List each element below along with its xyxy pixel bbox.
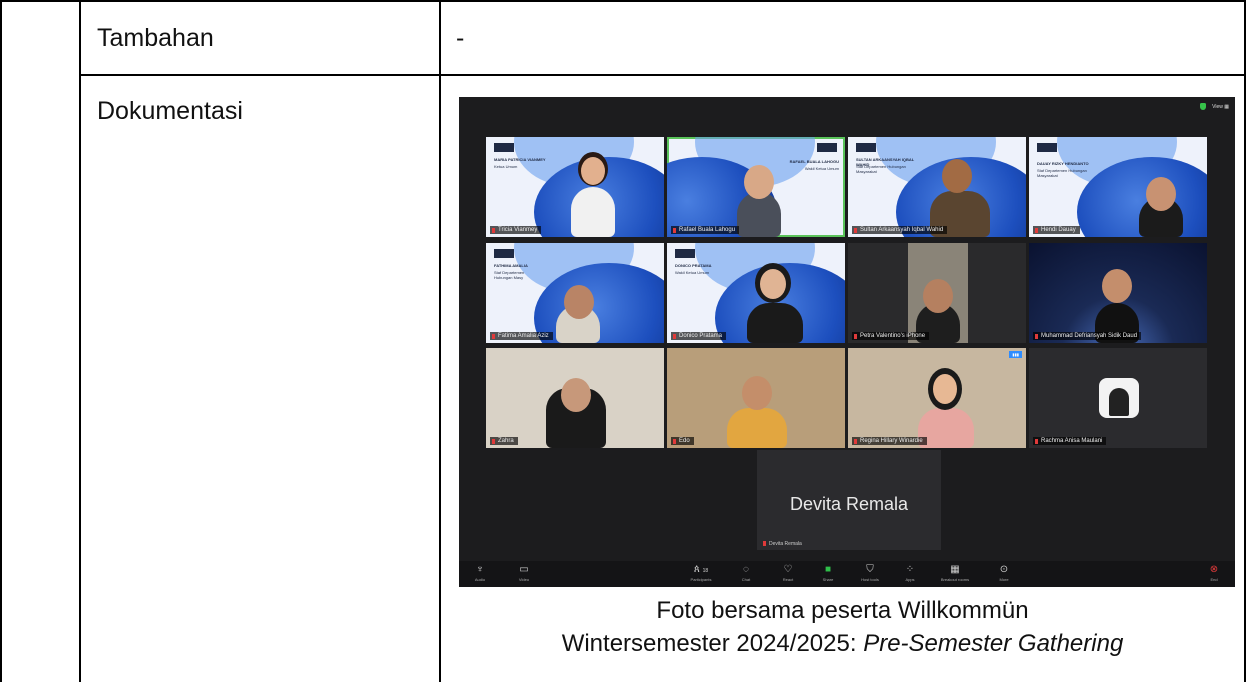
participants-button[interactable]: ጰ 18 Participants — [681, 564, 721, 582]
tile-name: Rafael Buala Lahogu — [671, 226, 740, 234]
tile-banner-title: RAFAEL BUALA LAHOGU — [789, 159, 839, 164]
tile-name: Rachma Anisa Maulani — [1033, 437, 1107, 445]
microphone-icon: ♆ — [476, 564, 484, 575]
apps-button[interactable]: ⁘ Apps — [895, 564, 925, 582]
more-label: More — [999, 577, 1009, 582]
video-button[interactable]: ▭ Video — [509, 564, 539, 582]
tile-name: Hendi Dauay — [1033, 226, 1080, 234]
tile-name: Regina Hillary Winardie — [852, 437, 927, 445]
table-left-border — [0, 0, 2, 682]
apps-label: Apps — [905, 577, 915, 582]
share-label: Share — [822, 577, 834, 582]
breakout-rooms-button[interactable]: ▦ Breakout rooms — [935, 564, 975, 582]
meeting-toolbar: ♆ Audio ▭ Video ጰ 18 Participants ◌ Chat ♡ Re… — [459, 561, 1235, 587]
audio-button[interactable]: ♆ Audio — [465, 564, 495, 582]
participants-label: Participants — [690, 577, 712, 582]
chat-button[interactable]: ◌ Chat — [731, 564, 761, 582]
tile-banner-title: DONICO PRATAMA — [675, 263, 712, 268]
tile-banner-role: Staf Departemen Hubungan Masyarakat — [856, 164, 906, 174]
tile-name: Tricia Vianmey — [490, 226, 542, 234]
video-tile: Muhammad Defriansyah Sidik Daud — [1029, 243, 1207, 343]
tile-banner-title: FATHIMA AMALIA — [494, 263, 528, 268]
video-tile: ▮▮▮ Regina Hillary Winardie — [848, 348, 1026, 448]
breakout-label: Breakout rooms — [940, 577, 970, 582]
tile-banner-title: DAUAY RIZKY HENDIANTO — [1037, 161, 1089, 166]
tile-name: Fatima Amalia Aziz — [490, 332, 553, 340]
video-tile: Rachma Anisa Maulani — [1029, 348, 1207, 448]
participants-count: 18 — [702, 568, 709, 574]
tile-banner-role: Staf Departemen Hubungan Masy — [494, 270, 525, 280]
view-label: View — [1212, 103, 1223, 110]
host-tools-label: Host tools — [861, 577, 879, 582]
end-icon: ⊗ — [1209, 564, 1219, 575]
tile-name: Sultan Arkaansyah Iqbal Wahid — [852, 226, 948, 234]
video-label: Video — [518, 577, 530, 582]
video-tile: RAFAEL BUALA LAHOGU Wakil Ketua Umum Raf… — [667, 137, 845, 237]
security-shield-icon — [1200, 103, 1207, 110]
table-top-border — [0, 0, 1246, 2]
video-tile: MARIA PATRICIA VIANMEY Ketua Umum Tricia… — [486, 137, 664, 237]
tile-name: Edo — [671, 437, 694, 445]
tile-name: Zahra — [490, 437, 518, 445]
tile-banner-role: Wakil Ketua Umum — [675, 270, 710, 275]
video-tile: SULTAN ARKAANSYAH IQBAL WAHID Staf Depar… — [848, 137, 1026, 237]
caption-line-1: Foto bersama peserta Willkommün — [656, 597, 1029, 624]
caption-event-name: Pre-Semester Gathering — [863, 630, 1124, 657]
participants-icon: ጰ — [693, 564, 700, 575]
video-tile: Petra Valentino's iPhone — [848, 243, 1026, 343]
host-tools-button[interactable]: ⛉ Host tools — [855, 564, 885, 582]
caption-line-2-text: Wintersemester 2024/2025: — [561, 630, 864, 657]
video-tile: FATHIMA AMALIA Staf Departemen Hubungan … — [486, 243, 664, 343]
row-label-tambahan: Tambahan — [97, 24, 214, 52]
chat-label: Chat — [741, 577, 751, 582]
row-label-dokumentasi: Dokumentasi — [97, 97, 243, 125]
zoom-top-bar: View ▦ — [1200, 103, 1229, 110]
video-tile: Edo — [667, 348, 845, 448]
table-column-divider-1 — [79, 0, 81, 682]
share-icon: ■ — [824, 564, 832, 575]
more-icon: ⊙ — [999, 564, 1009, 575]
end-label: End — [1210, 577, 1218, 582]
more-button[interactable]: ⊙ More — [989, 564, 1019, 582]
video-tile: Zahra — [486, 348, 664, 448]
audio-label: Audio — [474, 577, 486, 582]
table-column-divider-2 — [439, 0, 441, 682]
chat-icon: ◌ — [743, 564, 749, 575]
active-speaker-label: Devita Remala — [763, 541, 802, 547]
video-tile: DONICO PRATAMA Wakil Ketua Umum Donico P… — [667, 243, 845, 343]
row-value-tambahan: - — [456, 24, 465, 52]
react-button[interactable]: ♡ React — [773, 564, 803, 582]
end-button[interactable]: ⊗ End — [1199, 564, 1229, 582]
react-label: React — [782, 577, 794, 582]
tile-name: Muhammad Defriansyah Sidik Daud — [1033, 332, 1142, 340]
table-row-divider — [79, 74, 1246, 76]
breakout-icon: ▦ — [950, 564, 960, 575]
video-tile: DAUAY RIZKY HENDIANTO Staf Departemen Hu… — [1029, 137, 1207, 237]
documentation-photo: View ▦ MARIA PATRICIA VIANMEY Ketua Umum… — [459, 97, 1235, 587]
share-button[interactable]: ■ Share — [813, 564, 843, 582]
tile-banner-title: MARIA PATRICIA VIANMEY — [494, 157, 546, 162]
tile-name: Donico Pratama — [671, 332, 727, 340]
active-speaker-name: Devita Remala — [789, 494, 909, 514]
photo-caption: Foto bersama peserta Willkommün Winterse… — [441, 594, 1244, 660]
caption-line-2: Wintersemester 2024/2025: Pre-Semester G… — [441, 627, 1244, 660]
tile-banner-role: Staf Departemen Hubungan Masyarakat — [1037, 168, 1087, 178]
camera-icon: ▭ — [519, 564, 529, 575]
react-icon: ♡ — [783, 564, 793, 575]
apps-icon: ⁘ — [905, 564, 915, 575]
shield-icon: ⛉ — [866, 564, 874, 575]
tile-banner-role: Wakil Ketua Umum — [804, 166, 839, 171]
active-speaker-tile: Devita Remala Devita Remala — [757, 450, 941, 550]
tile-banner-role: Ketua Umum — [494, 164, 518, 169]
tile-name: Petra Valentino's iPhone — [852, 332, 930, 340]
